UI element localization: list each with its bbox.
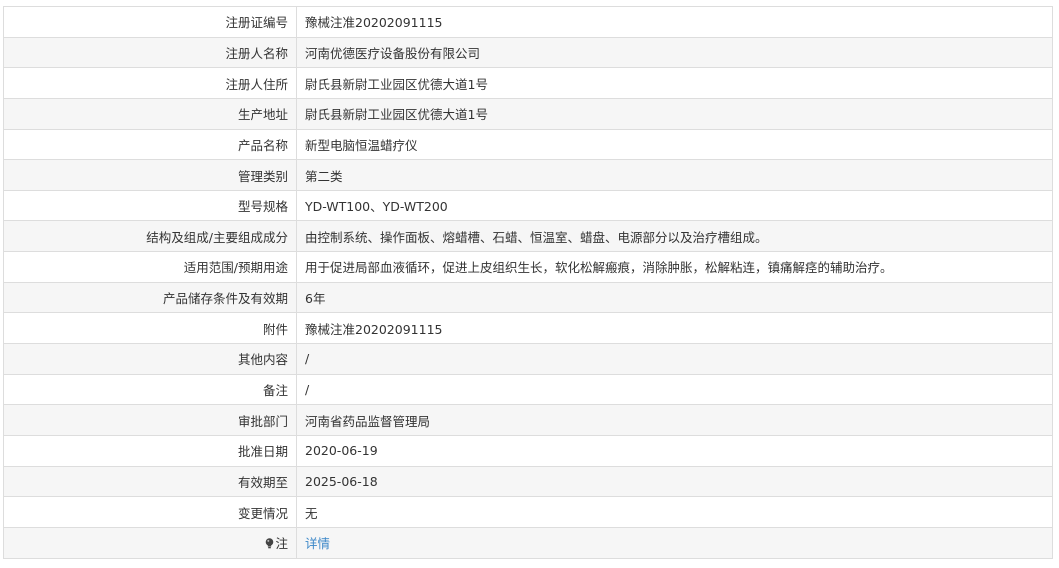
table-row: 适用范围/预期用途 用于促进局部血液循环，促进上皮组织生长，软化松解瘢痕，消除肿…	[3, 251, 1053, 283]
row-label: 其他内容	[3, 343, 297, 375]
row-label: 注册人住所	[3, 67, 297, 99]
table-row: 管理类别 第二类	[3, 159, 1053, 191]
table-row: 附件 豫械注准20202091115	[3, 312, 1053, 345]
row-value: 由控制系统、操作面板、熔蜡槽、石蜡、恒温室、蜡盘、电源部分以及治疗槽组成。	[296, 220, 1053, 253]
note-row: 注 详情	[3, 526, 1053, 559]
row-value: 豫械注准20202091115	[296, 312, 1053, 345]
row-value: 6年	[296, 281, 1053, 314]
note-label: 注	[275, 536, 288, 552]
row-label: 管理类别	[3, 159, 297, 191]
row-label: 产品储存条件及有效期	[3, 281, 297, 314]
row-value: 尉氏县新尉工业园区优德大道1号	[296, 67, 1053, 99]
row-label: 批准日期	[3, 434, 297, 467]
table-row: 有效期至 2025-06-18	[3, 465, 1053, 498]
note-value-cell: 详情	[296, 526, 1053, 559]
row-label: 型号规格	[3, 189, 297, 222]
row-label: 注册人名称	[3, 36, 297, 69]
row-label: 生产地址	[3, 97, 297, 130]
table-row: 结构及组成/主要组成成分 由控制系统、操作面板、熔蜡槽、石蜡、恒温室、蜡盘、电源…	[3, 220, 1053, 253]
row-label: 有效期至	[3, 465, 297, 498]
row-value: /	[296, 343, 1053, 375]
row-label: 注册证编号	[3, 6, 297, 38]
row-value: 第二类	[296, 159, 1053, 191]
row-value: 尉氏县新尉工业园区优德大道1号	[296, 97, 1053, 130]
table-row: 产品名称 新型电脑恒温蜡疗仪	[3, 128, 1053, 161]
table-row: 注册证编号 豫械注准20202091115	[3, 6, 1053, 38]
row-label: 附件	[3, 312, 297, 345]
row-value: 河南省药品监督管理局	[296, 404, 1053, 436]
table-row: 注册人住所 尉氏县新尉工业园区优德大道1号	[3, 67, 1053, 99]
table-row: 生产地址 尉氏县新尉工业园区优德大道1号	[3, 97, 1053, 130]
row-label: 变更情况	[3, 496, 297, 528]
table-row: 注册人名称 河南优德医疗设备股份有限公司	[3, 36, 1053, 69]
table-row: 型号规格 YD-WT100、YD-WT200	[3, 189, 1053, 222]
row-label: 备注	[3, 373, 297, 406]
table-row: 变更情况 无	[3, 496, 1053, 528]
row-value: 河南优德医疗设备股份有限公司	[296, 36, 1053, 69]
details-link[interactable]: 详情	[305, 536, 330, 551]
row-label: 产品名称	[3, 128, 297, 161]
table-row: 产品储存条件及有效期 6年	[3, 281, 1053, 314]
table-row: 批准日期 2020-06-19	[3, 434, 1053, 467]
note-label-cell: 注	[3, 526, 297, 559]
row-label: 适用范围/预期用途	[3, 251, 297, 283]
row-value: 豫械注准20202091115	[296, 6, 1053, 38]
registration-detail-table: 注册证编号 豫械注准20202091115 注册人名称 河南优德医疗设备股份有限…	[3, 6, 1053, 559]
bulb-icon	[265, 537, 274, 549]
table-row: 备注 /	[3, 373, 1053, 406]
row-value: YD-WT100、YD-WT200	[296, 189, 1053, 222]
row-value: 用于促进局部血液循环，促进上皮组织生长，软化松解瘢痕，消除肿胀，松解粘连，镇痛解…	[296, 251, 1053, 283]
row-label: 结构及组成/主要组成成分	[3, 220, 297, 253]
table-row: 其他内容 /	[3, 343, 1053, 375]
row-value: 2025-06-18	[296, 465, 1053, 498]
row-value: 新型电脑恒温蜡疗仪	[296, 128, 1053, 161]
row-value: 无	[296, 496, 1053, 528]
row-label: 审批部门	[3, 404, 297, 436]
table-row: 审批部门 河南省药品监督管理局	[3, 404, 1053, 436]
row-value: /	[296, 373, 1053, 406]
row-value: 2020-06-19	[296, 434, 1053, 467]
